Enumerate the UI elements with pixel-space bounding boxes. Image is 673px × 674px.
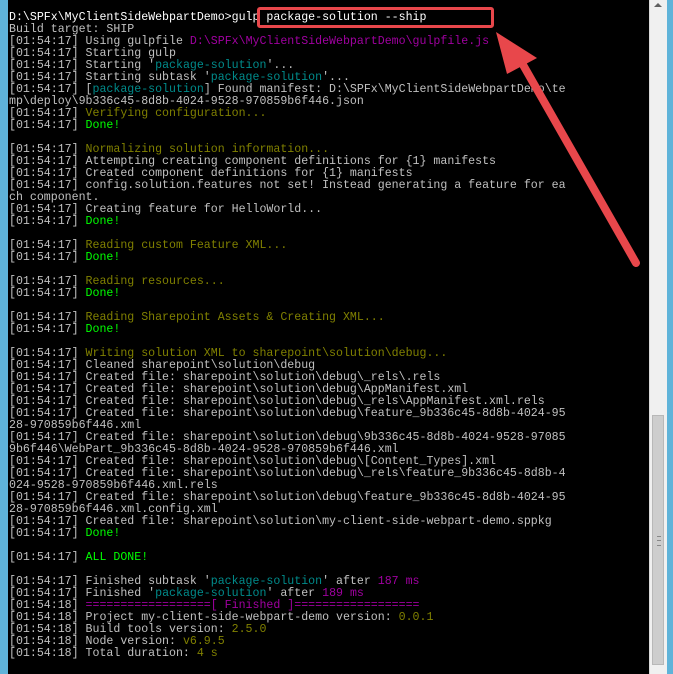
annotation-arrow-icon bbox=[496, 32, 640, 267]
arrow-head bbox=[496, 32, 537, 74]
arrow-shaft bbox=[514, 52, 640, 267]
